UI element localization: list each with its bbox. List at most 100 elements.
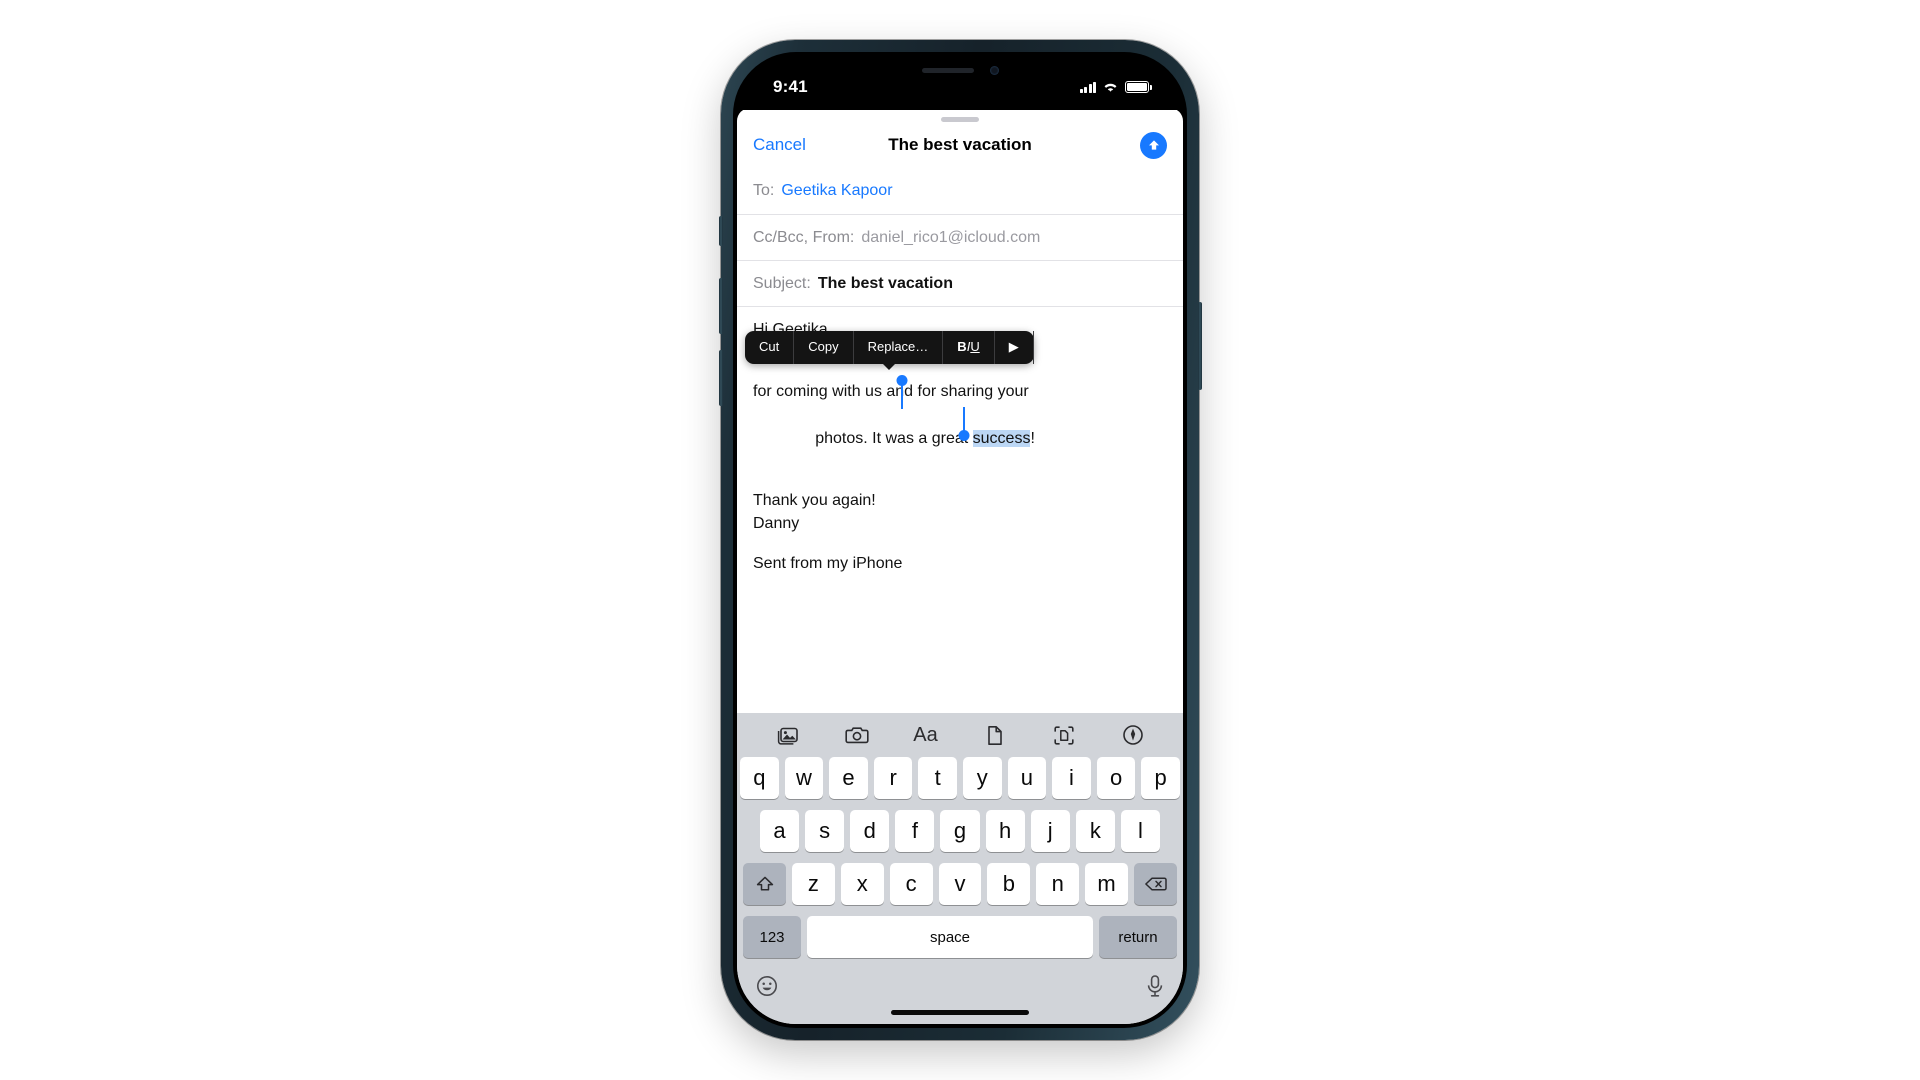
key-m[interactable]: m [1085,863,1129,905]
body-closing-1: Thank you again! [753,492,876,510]
menu-item-replace[interactable]: Replace… [854,331,944,364]
field-row-cc-from[interactable]: Cc/Bcc, From: daniel_rico1@icloud.com [737,214,1183,260]
keyboard-key-rows: q w e r t y u i o p a s d f g h j k l z … [737,757,1183,958]
key-s[interactable]: s [805,810,845,852]
screenshot-stage: 9:41 Cancel The best vacation To: Geetik… [0,0,1920,1080]
markup-pen-icon[interactable] [1118,720,1148,750]
body-line-2: for coming with us and for sharing your [753,383,1029,401]
selection-handle-start[interactable] [896,375,908,409]
key-d[interactable]: d [850,810,890,852]
keyboard-bottom-bar [737,966,1183,1010]
key-j[interactable]: j [1030,810,1070,852]
key-k[interactable]: k [1075,810,1115,852]
text-format-label: Aa [913,723,938,746]
mail-body-text[interactable]: Hi Geetika, Thank you so much for coming… [737,306,1183,713]
key-f[interactable]: f [895,810,935,852]
subject-label: Subject: [753,274,811,292]
key-v[interactable]: v [938,863,982,905]
key-b[interactable]: b [987,863,1031,905]
earpiece-speaker [921,67,974,73]
key-t[interactable]: t [918,757,957,799]
keyboard-row-3: z x c v b n m [740,863,1180,905]
device-notch [874,56,1046,84]
body-spacer-2 [753,473,1167,489]
key-o[interactable]: o [1096,757,1136,799]
home-indicator[interactable] [891,1010,1029,1015]
status-time: 9:41 [773,77,808,96]
keyboard-row-1: q w e r t y u i o p [740,757,1180,799]
selection-knob-end [958,430,970,441]
photos-icon[interactable] [773,720,803,750]
backspace-key[interactable] [1134,863,1178,905]
body-spacer-3 [753,536,1167,552]
return-key[interactable]: return [1099,916,1177,958]
format-underline-label: U [970,339,980,355]
body-line-3-before: photos. It was a great [815,429,973,447]
microphone-icon[interactable] [1145,974,1165,1003]
software-keyboard: Aa q w e r t y u i o p a s d f g h j k l… [737,713,1183,1024]
phone-screen: 9:41 Cancel The best vacation To: Geetik… [737,56,1183,1024]
menu-pointer-tail [882,363,897,370]
front-camera [989,65,999,75]
cellular-signal-icon [1079,81,1096,93]
subject-value[interactable]: The best vacation [818,275,953,293]
key-l[interactable]: l [1120,810,1160,852]
silent-switch[interactable] [718,216,723,246]
menu-item-copy[interactable]: Copy [794,331,854,364]
to-recipient[interactable]: Geetika Kapoor [781,182,892,200]
status-bar: 9:41 [737,56,1183,110]
key-r[interactable]: r [873,757,913,799]
cancel-button[interactable]: Cancel [753,135,806,155]
key-a[interactable]: a [760,810,800,852]
iphone-device-frame: 9:41 Cancel The best vacation To: Geetik… [718,40,1202,1040]
shift-arrow-up-icon [756,876,773,891]
phone-bezel: 9:41 Cancel The best vacation To: Geetik… [733,52,1187,1028]
key-p[interactable]: p [1141,757,1180,799]
shift-key[interactable] [743,863,786,905]
keyboard-row-4: 123 space return [740,916,1180,958]
scan-document-icon[interactable] [1049,720,1079,750]
key-e[interactable]: e [829,757,868,799]
key-h[interactable]: h [985,810,1025,852]
key-c[interactable]: c [889,863,933,905]
selected-text[interactable]: success [972,429,1031,447]
key-n[interactable]: n [1036,863,1080,905]
keyboard-accessory-toolbar: Aa [737,713,1183,757]
key-y[interactable]: y [963,757,1002,799]
document-icon[interactable] [980,720,1010,750]
send-arrow-up-icon [1148,140,1159,150]
menu-more-arrow-icon[interactable]: ▶ [995,331,1034,364]
body-closing-2: Danny [753,515,800,533]
status-indicators [1079,81,1152,93]
text-format-icon[interactable]: Aa [911,720,941,750]
key-w[interactable]: w [784,757,824,799]
key-i[interactable]: i [1052,757,1091,799]
space-key[interactable]: space [807,916,1093,958]
key-u[interactable]: u [1007,757,1047,799]
field-row-subject[interactable]: Subject: The best vacation [737,260,1183,306]
wifi-icon [1104,83,1117,92]
menu-item-cut[interactable]: Cut [745,331,795,364]
field-row-to[interactable]: To: Geetika Kapoor [737,168,1183,214]
cc-bcc-from-label: Cc/Bcc, From: [753,228,855,246]
key-z[interactable]: z [792,863,835,905]
volume-up-button[interactable] [718,278,723,334]
numbers-key[interactable]: 123 [743,916,801,958]
key-g[interactable]: g [940,810,980,852]
battery-full-icon [1125,81,1152,93]
key-x[interactable]: x [840,863,884,905]
from-address[interactable]: daniel_rico1@icloud.com [861,229,1040,247]
camera-icon[interactable] [842,720,872,750]
format-bold-label: B [957,339,967,355]
body-signature: Sent from my iPhone [753,554,903,572]
power-button[interactable] [1197,302,1202,390]
emoji-smiley-icon[interactable] [755,974,779,1003]
key-q[interactable]: q [740,757,779,799]
text-edit-context-menu: Cut Copy Replace… BIU ▶ [745,331,1034,370]
send-button[interactable] [1140,131,1167,159]
body-line-3-after: ! [1030,429,1035,447]
volume-down-button[interactable] [718,350,723,406]
menu-item-format-biu[interactable]: BIU [943,331,995,364]
keyboard-row-2: a s d f g h j k l [740,810,1180,852]
selection-handle-end[interactable] [958,407,970,441]
